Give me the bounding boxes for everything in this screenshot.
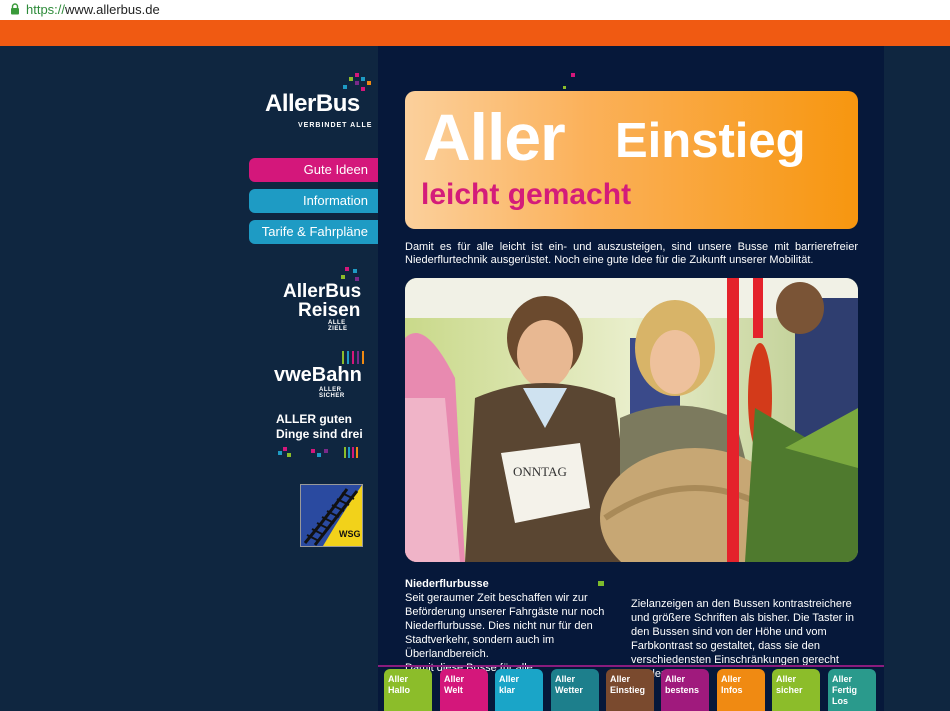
allerbus-reisen-logo[interactable]: AllerBus Reisen ALLE ZIELE: [283, 282, 363, 332]
tile-aller-wetter[interactable]: Aller Wetter: [551, 669, 599, 711]
tile-label: Aller: [665, 674, 686, 684]
tile-aller-bestens[interactable]: Aller bestens: [661, 669, 709, 711]
tile-label: Aller: [832, 674, 853, 684]
tile-label: Wetter: [555, 685, 583, 695]
tile-label: Einstieg: [610, 685, 646, 695]
browser-address-bar[interactable]: https://www.allerbus.de: [0, 0, 950, 21]
dinge-line1: ALLER guten: [276, 412, 352, 426]
tile-label: Aller: [776, 674, 797, 684]
vwebahn-logo[interactable]: vweBahn ALLER SICHER: [274, 364, 366, 399]
vwebahn-tag: ALLER SICHER: [319, 387, 345, 399]
tile-label: klar: [499, 685, 516, 695]
tile-label: Aller: [555, 674, 576, 684]
bus-passengers-photo: ONNTAG: [405, 278, 858, 562]
reisen-arrows-icon: [341, 267, 363, 283]
nav-tarife-fahrplaene[interactable]: Tarife & Fahrpläne: [249, 220, 378, 244]
tile-label: Aller: [499, 674, 520, 684]
hero-word-einstieg: Einstieg: [615, 114, 806, 168]
tile-aller-einstieg[interactable]: Aller Einstieg: [606, 669, 654, 711]
tile-label: Aller: [444, 674, 465, 684]
tile-label: Los: [832, 696, 849, 706]
hero-word-aller: Aller: [423, 100, 566, 174]
three-brands-icons: [278, 447, 364, 459]
article-left-text: Seit geraumer Zeit beschaffen wir zur Be…: [405, 592, 605, 660]
dinge-line2: Dinge sind drei: [276, 427, 363, 441]
tile-label: Infos: [721, 685, 743, 695]
hero-subtitle: leicht gemacht: [421, 178, 632, 211]
tile-aller-welt[interactable]: Aller Welt: [440, 669, 488, 711]
tile-label: Aller: [388, 674, 409, 684]
article-right-text: Zielanzeigen an den Bussen kontrastreich…: [631, 598, 854, 666]
tile-label: Aller: [610, 674, 631, 684]
wsg-logo[interactable]: WSG: [300, 484, 363, 547]
vwebahn-bars-icon: [342, 351, 364, 364]
tile-label: sicher: [776, 685, 803, 695]
lock-icon: [11, 3, 19, 15]
decor-pixel: [563, 86, 566, 89]
address-url[interactable]: https://www.allerbus.de: [26, 2, 160, 17]
tile-aller-fertig-los[interactable]: Aller Fertig Los: [828, 669, 876, 711]
article-title: Niederflurbusse: [405, 578, 489, 590]
tile-label: Hallo: [388, 685, 411, 695]
tile-aller-hallo[interactable]: Aller Hallo: [384, 669, 432, 711]
top-accent-strip: [0, 20, 950, 46]
reisen-line2: Reisen: [298, 300, 361, 321]
intro-text: Damit es für alle leicht ist ein- und au…: [405, 241, 858, 266]
newspaper-title: ONNTAG: [513, 464, 567, 479]
wsg-text: WSG: [339, 529, 361, 539]
reisen-line1: AllerBus: [283, 281, 362, 302]
article-left-column: Niederflurbusse Seit geraumer Zeit besch…: [405, 577, 615, 675]
tile-label: Fertig: [832, 685, 858, 695]
tile-label: bestens: [665, 685, 700, 695]
nav-information[interactable]: Information: [249, 189, 378, 213]
vwebahn-name: vweBahn: [274, 364, 362, 386]
tile-aller-sicher[interactable]: Aller sicher: [772, 669, 820, 711]
reisen-tag: ALLE ZIELE: [328, 320, 348, 332]
tile-label: Aller: [721, 674, 742, 684]
decor-pixel: [571, 73, 575, 77]
aller-guten-dinge-block[interactable]: ALLER guten Dinge sind drei: [276, 412, 371, 442]
logo-tagline: VERBINDET ALLE: [298, 122, 373, 129]
tile-aller-infos[interactable]: Aller Infos: [717, 669, 765, 711]
logo-pixel-icon: [343, 73, 373, 95]
tile-label: Welt: [444, 685, 463, 695]
photo-illustration: ONNTAG: [405, 278, 858, 562]
decor-square: [598, 581, 604, 586]
nav-gute-ideen[interactable]: Gute Ideen: [249, 158, 378, 182]
hero-banner: Aller Einstieg leicht gemacht: [405, 91, 858, 229]
tile-aller-klar[interactable]: Aller klar: [495, 669, 543, 711]
bottom-divider: [378, 665, 884, 667]
